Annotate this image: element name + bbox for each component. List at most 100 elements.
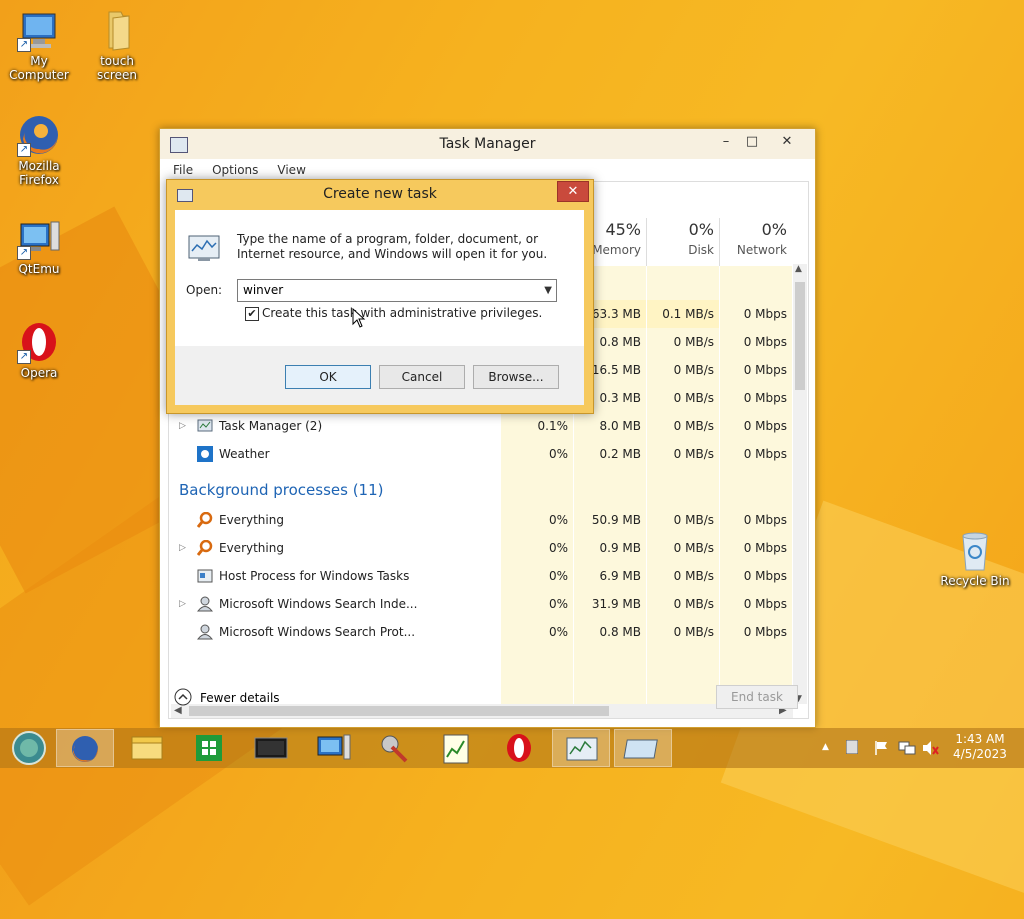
keyboard-icon[interactable] [845, 739, 859, 757]
cancel-button[interactable]: Cancel [379, 365, 465, 389]
vertical-scrollbar[interactable]: ▲ ▼ [793, 264, 807, 704]
network-status-icon[interactable] [898, 740, 916, 759]
network-cell: 0 Mbps [743, 541, 787, 555]
expand-chevron-icon[interactable]: ▷ [179, 534, 186, 562]
process-name: Microsoft Windows Search Prot... [219, 625, 416, 639]
start-orb-icon [12, 731, 46, 765]
search-magnifier-icon [196, 539, 213, 556]
disk-cell: 0 MB/s [673, 447, 714, 461]
cpu-cell: 0% [548, 569, 568, 583]
menu-options[interactable]: Options [212, 159, 258, 181]
network-cell: 0 Mbps [743, 307, 787, 321]
cpu-cell: 0% [548, 447, 568, 461]
taskbar-store[interactable] [180, 729, 238, 767]
memory-cell: 0.9 MB [599, 541, 641, 555]
admin-privileges-checkbox[interactable]: ✔ [245, 307, 259, 321]
clock-time: 1:43 AM [955, 732, 1005, 746]
user-search-icon [196, 596, 214, 612]
minimize-button[interactable]: – [712, 132, 740, 152]
taskbar-file-explorer[interactable] [118, 729, 176, 767]
network-cell: 0 Mbps [743, 391, 787, 405]
menu-view[interactable]: View [277, 159, 305, 181]
network-cell: 0 Mbps [743, 419, 787, 433]
firefox-icon [72, 736, 98, 762]
dialog-title: Create new task [323, 186, 437, 202]
scroll-up-icon[interactable]: ▲ [795, 264, 802, 274]
ok-button[interactable]: OK [285, 365, 371, 389]
taskbar-firefox[interactable] [56, 729, 114, 767]
desktop-icon-firefox[interactable]: ↗ Mozilla Firefox [1, 113, 77, 187]
table-row[interactable]: ▷ Microsoft Windows Search Inde... 0% 31… [169, 590, 795, 618]
taskbar-display[interactable] [242, 729, 300, 767]
disk-label: Disk [688, 243, 714, 257]
chevron-down-icon[interactable]: ▼ [544, 280, 552, 301]
dialog-button-bar: OK Cancel Browse... [175, 346, 584, 405]
table-row[interactable]: Everything 0% 50.9 MB 0 MB/s 0 Mbps [169, 506, 795, 534]
footer: Fewer details End task [168, 682, 808, 718]
taskbar-network[interactable] [304, 729, 362, 767]
desktop-icon-recycle-bin[interactable]: Recycle Bin [937, 528, 1013, 588]
taskbar-editor[interactable] [428, 729, 486, 767]
opera-icon [507, 734, 531, 762]
table-row[interactable]: ▷ Everything 0% 0.9 MB 0 MB/s 0 Mbps [169, 534, 795, 562]
memory-cell: 0.2 MB [599, 447, 641, 461]
taskbar-clock[interactable]: 1:43 AM 4/5/2023 [944, 732, 1016, 762]
dialog-window-icon [623, 739, 658, 759]
admin-privileges-label[interactable]: Create this task with administrative pri… [262, 306, 542, 320]
end-task-button[interactable]: End task [716, 685, 798, 709]
recycle-bin-icon [953, 528, 997, 572]
process-name: Task Manager (2) [219, 419, 323, 433]
clock-date: 4/5/2023 [953, 747, 1007, 761]
fewer-details-label: Fewer details [200, 691, 280, 705]
disk-cell: 0.1 MB/s [662, 307, 714, 321]
start-button[interactable] [2, 729, 60, 767]
close-button[interactable]: ✕ [764, 132, 810, 152]
flag-icon[interactable] [874, 740, 890, 759]
dialog-close-button[interactable]: ✕ [557, 181, 589, 202]
scroll-thumb[interactable] [795, 282, 805, 390]
table-row[interactable]: ▷ Task Manager (2) 0.1% 8.0 MB 0 MB/s 0 … [169, 412, 795, 440]
taskbar-task-manager[interactable] [552, 729, 610, 767]
mouse-cursor-icon [352, 308, 366, 328]
dialog-content: Type the name of a program, folder, docu… [175, 210, 584, 405]
table-row[interactable]: Microsoft Windows Search Prot... 0% 0.8 … [169, 618, 795, 646]
volume-muted-icon[interactable] [922, 740, 940, 759]
disk-cell: 0 MB/s [673, 335, 714, 349]
cpu-cell: 0% [548, 597, 568, 611]
open-combobox[interactable]: winver ▼ [237, 279, 557, 302]
table-row[interactable]: Host Process for Windows Tasks 0% 6.9 MB… [169, 562, 795, 590]
taskbar-opera[interactable] [490, 729, 548, 767]
taskbar-tools[interactable] [366, 729, 424, 767]
task-monitor-icon [188, 233, 222, 266]
memory-cell: 6.9 MB [599, 569, 641, 583]
background-processes-header: Background processes (11) [179, 481, 384, 499]
column-disk[interactable]: 0% Disk [646, 218, 714, 266]
network-cell: 0 Mbps [743, 597, 787, 611]
menu-file[interactable]: File [173, 159, 193, 181]
expand-chevron-icon[interactable]: ▷ [179, 590, 186, 618]
disk-cell: 0 MB/s [673, 625, 714, 639]
expand-chevron-icon[interactable]: ▷ [179, 412, 186, 440]
desktop-icon-my-computer[interactable]: ↗ My Computer [1, 8, 77, 82]
desktop-icon-opera[interactable]: ↗ Opera [1, 320, 77, 380]
show-hidden-icons-chevron-icon[interactable]: ▲ [822, 742, 829, 752]
opera-icon: ↗ [17, 320, 61, 364]
store-icon [196, 735, 222, 761]
table-row[interactable]: Weather 0% 0.2 MB 0 MB/s 0 Mbps [169, 440, 795, 468]
desktop-icon-label: touch screen [97, 54, 137, 82]
disk-cell: 0 MB/s [673, 363, 714, 377]
process-name: Everything [219, 513, 284, 527]
title-bar[interactable]: Task Manager – □ ✕ [160, 129, 815, 159]
computer-network-icon [317, 734, 351, 760]
network-cell: 0 Mbps [743, 335, 787, 349]
menu-bar: File Options View [168, 159, 320, 181]
maximize-button[interactable]: □ [738, 132, 766, 152]
column-network[interactable]: 0% Network [719, 218, 787, 266]
cpu-cell: 0% [548, 541, 568, 555]
desktop-icon-qtemu[interactable]: ↗ QtEmu [1, 216, 77, 276]
browse-button[interactable]: Browse... [473, 365, 559, 389]
taskbar-create-task[interactable] [614, 729, 672, 767]
monitor-icon [254, 737, 288, 759]
desktop-icon-touch-screen[interactable]: touch screen [79, 8, 155, 82]
disk-percent: 0% [688, 220, 714, 239]
